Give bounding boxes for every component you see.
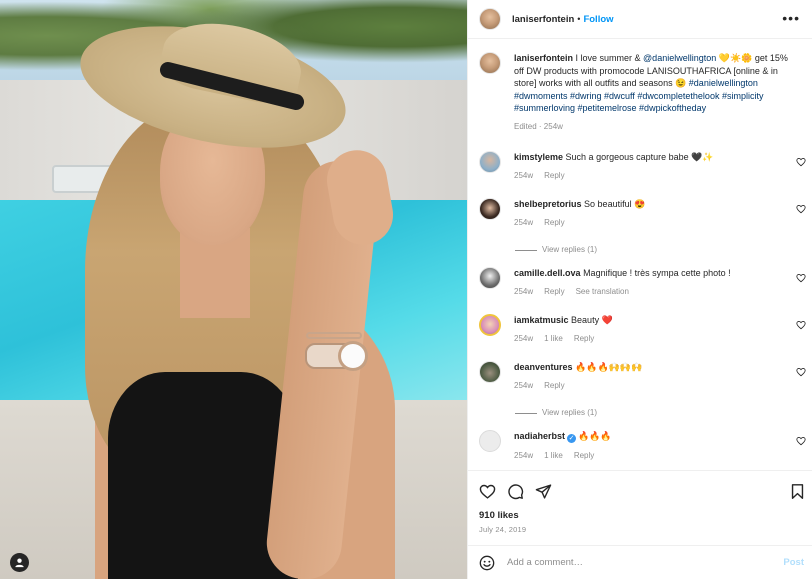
comment-item: iamkatmusic Beauty ❤️ 254w 1 like Reply (468, 313, 812, 361)
more-options-icon[interactable]: ••• (782, 11, 800, 25)
comments-scroll-area[interactable]: laniserfontein I love summer & @danielwe… (468, 40, 812, 470)
caption-username[interactable]: laniserfontein (514, 53, 573, 63)
comment-reply-button[interactable]: Reply (574, 334, 594, 343)
comment-time[interactable]: 254w (514, 381, 533, 390)
comment-username[interactable]: kimstyleme (514, 152, 563, 162)
post-side-panel: laniserfontein • Follow ••• laniserfonte… (467, 0, 812, 579)
comment-avatar[interactable] (479, 197, 501, 220)
caption-mention[interactable]: @danielwellington (643, 53, 716, 63)
caption-avatar[interactable] (479, 52, 501, 74)
comment-avatar[interactable] (479, 313, 501, 336)
likes-count[interactable]: 910 likes (479, 510, 519, 521)
comment-reply-button[interactable]: Reply (544, 381, 564, 390)
comment-item: nadiaherbst ✓ 🔥🔥🔥 254w 1 like Reply (468, 429, 812, 470)
photo-watch-face (338, 341, 368, 371)
comment-time[interactable]: 254w (514, 334, 533, 343)
comment-item: deanventures 🔥🔥🔥🙌🙌🙌 254w Reply (468, 360, 812, 408)
comment-text: Beauty ❤️ (571, 314, 613, 325)
author-avatar[interactable] (479, 8, 501, 30)
view-replies-label: View replies (1) (542, 407, 597, 417)
photo-bracelet (306, 332, 362, 339)
view-replies-button[interactable]: View replies (1) (468, 245, 812, 267)
comment-time[interactable]: 254w (514, 218, 533, 227)
comment-username[interactable]: deanventures (514, 362, 573, 372)
comment-icon[interactable] (507, 483, 524, 500)
comment-time[interactable]: 254w (514, 287, 533, 296)
heart-icon[interactable] (479, 483, 496, 500)
comment-like-icon[interactable] (796, 273, 806, 283)
comment-text: 🔥🔥🔥 (578, 430, 612, 441)
comment-like-icon[interactable] (796, 436, 806, 446)
comment-username[interactable]: iamkatmusic (514, 315, 569, 325)
add-comment-bar: Post (468, 545, 812, 579)
comment-item: kimstyleme Such a gorgeous capture babe … (468, 150, 812, 198)
caption-body: laniserfontein I love summer & @danielwe… (514, 52, 789, 134)
comment-like-icon[interactable] (796, 204, 806, 214)
comment-item: camille.dell.ova Magnifique ! très sympa… (468, 266, 812, 314)
comment-text: Such a gorgeous capture babe 🖤✨ (565, 151, 714, 162)
comment-like-icon[interactable] (796, 367, 806, 377)
comment-username[interactable]: shelbepretorius (514, 199, 582, 209)
paper-plane-icon[interactable] (535, 483, 552, 500)
comment-like-icon[interactable] (796, 320, 806, 330)
user-tag-icon (15, 558, 24, 568)
header-separator: • (577, 14, 581, 24)
comment-like-icon[interactable] (796, 157, 806, 167)
caption-meta: Edited · 254w (514, 121, 563, 131)
comment-username[interactable]: nadiaherbst (514, 431, 565, 441)
verified-badge-icon: ✓ (567, 433, 577, 443)
comment-input[interactable] (507, 557, 762, 568)
comment-avatar[interactable] (479, 150, 501, 173)
comment-reply-button[interactable]: Reply (544, 218, 564, 227)
comment-item: shelbepretorius So beautiful 😍 254w Reply (468, 197, 812, 245)
replies-line (515, 249, 537, 251)
comment-avatar[interactable] (479, 266, 501, 289)
post-photo[interactable] (0, 0, 467, 579)
comment-likes[interactable]: 1 like (544, 334, 563, 343)
view-replies-label: View replies (1) (542, 244, 597, 254)
post-date: July 24, 2019 (479, 525, 527, 534)
comment-text: 🔥🔥🔥🙌🙌🙌 (575, 361, 643, 372)
user-tag-button[interactable] (10, 553, 29, 572)
comment-username[interactable]: camille.dell.ova (514, 268, 581, 278)
comment-time[interactable]: 254w (514, 171, 533, 180)
comment-text: So beautiful 😍 (584, 198, 646, 209)
caption-emoji-2: 😉 (675, 78, 689, 89)
follow-button[interactable]: Follow (583, 14, 613, 25)
comment-time[interactable]: 254w (514, 451, 533, 460)
comment-reply-button[interactable]: Reply (574, 451, 594, 460)
caption-emoji-1: 💛☀️🌼 (716, 53, 753, 63)
post-caption: laniserfontein I love summer & @danielwe… (468, 40, 812, 134)
comment-text: Magnifique ! très sympa cette photo ! (583, 267, 731, 278)
replies-line (515, 412, 537, 414)
bookmark-icon[interactable] (789, 483, 806, 500)
comment-likes[interactable]: 1 like (544, 451, 563, 460)
see-translation-button[interactable]: See translation (576, 287, 629, 296)
comment-reply-button[interactable]: Reply (544, 287, 564, 296)
post-header: laniserfontein • Follow ••• (468, 0, 812, 39)
emoji-smile-icon[interactable] (479, 555, 495, 571)
comment-avatar[interactable] (479, 360, 501, 383)
instagram-post-modal: laniserfontein • Follow ••• laniserfonte… (0, 0, 812, 579)
comment-avatar[interactable] (479, 429, 501, 452)
comment-reply-button[interactable]: Reply (544, 171, 564, 180)
author-username[interactable]: laniserfontein (512, 14, 574, 25)
post-actions-bar (468, 470, 812, 510)
caption-text-1: I love summer & (573, 53, 644, 63)
view-replies-button[interactable]: View replies (1) (468, 408, 812, 430)
post-comment-button[interactable]: Post (783, 557, 804, 568)
